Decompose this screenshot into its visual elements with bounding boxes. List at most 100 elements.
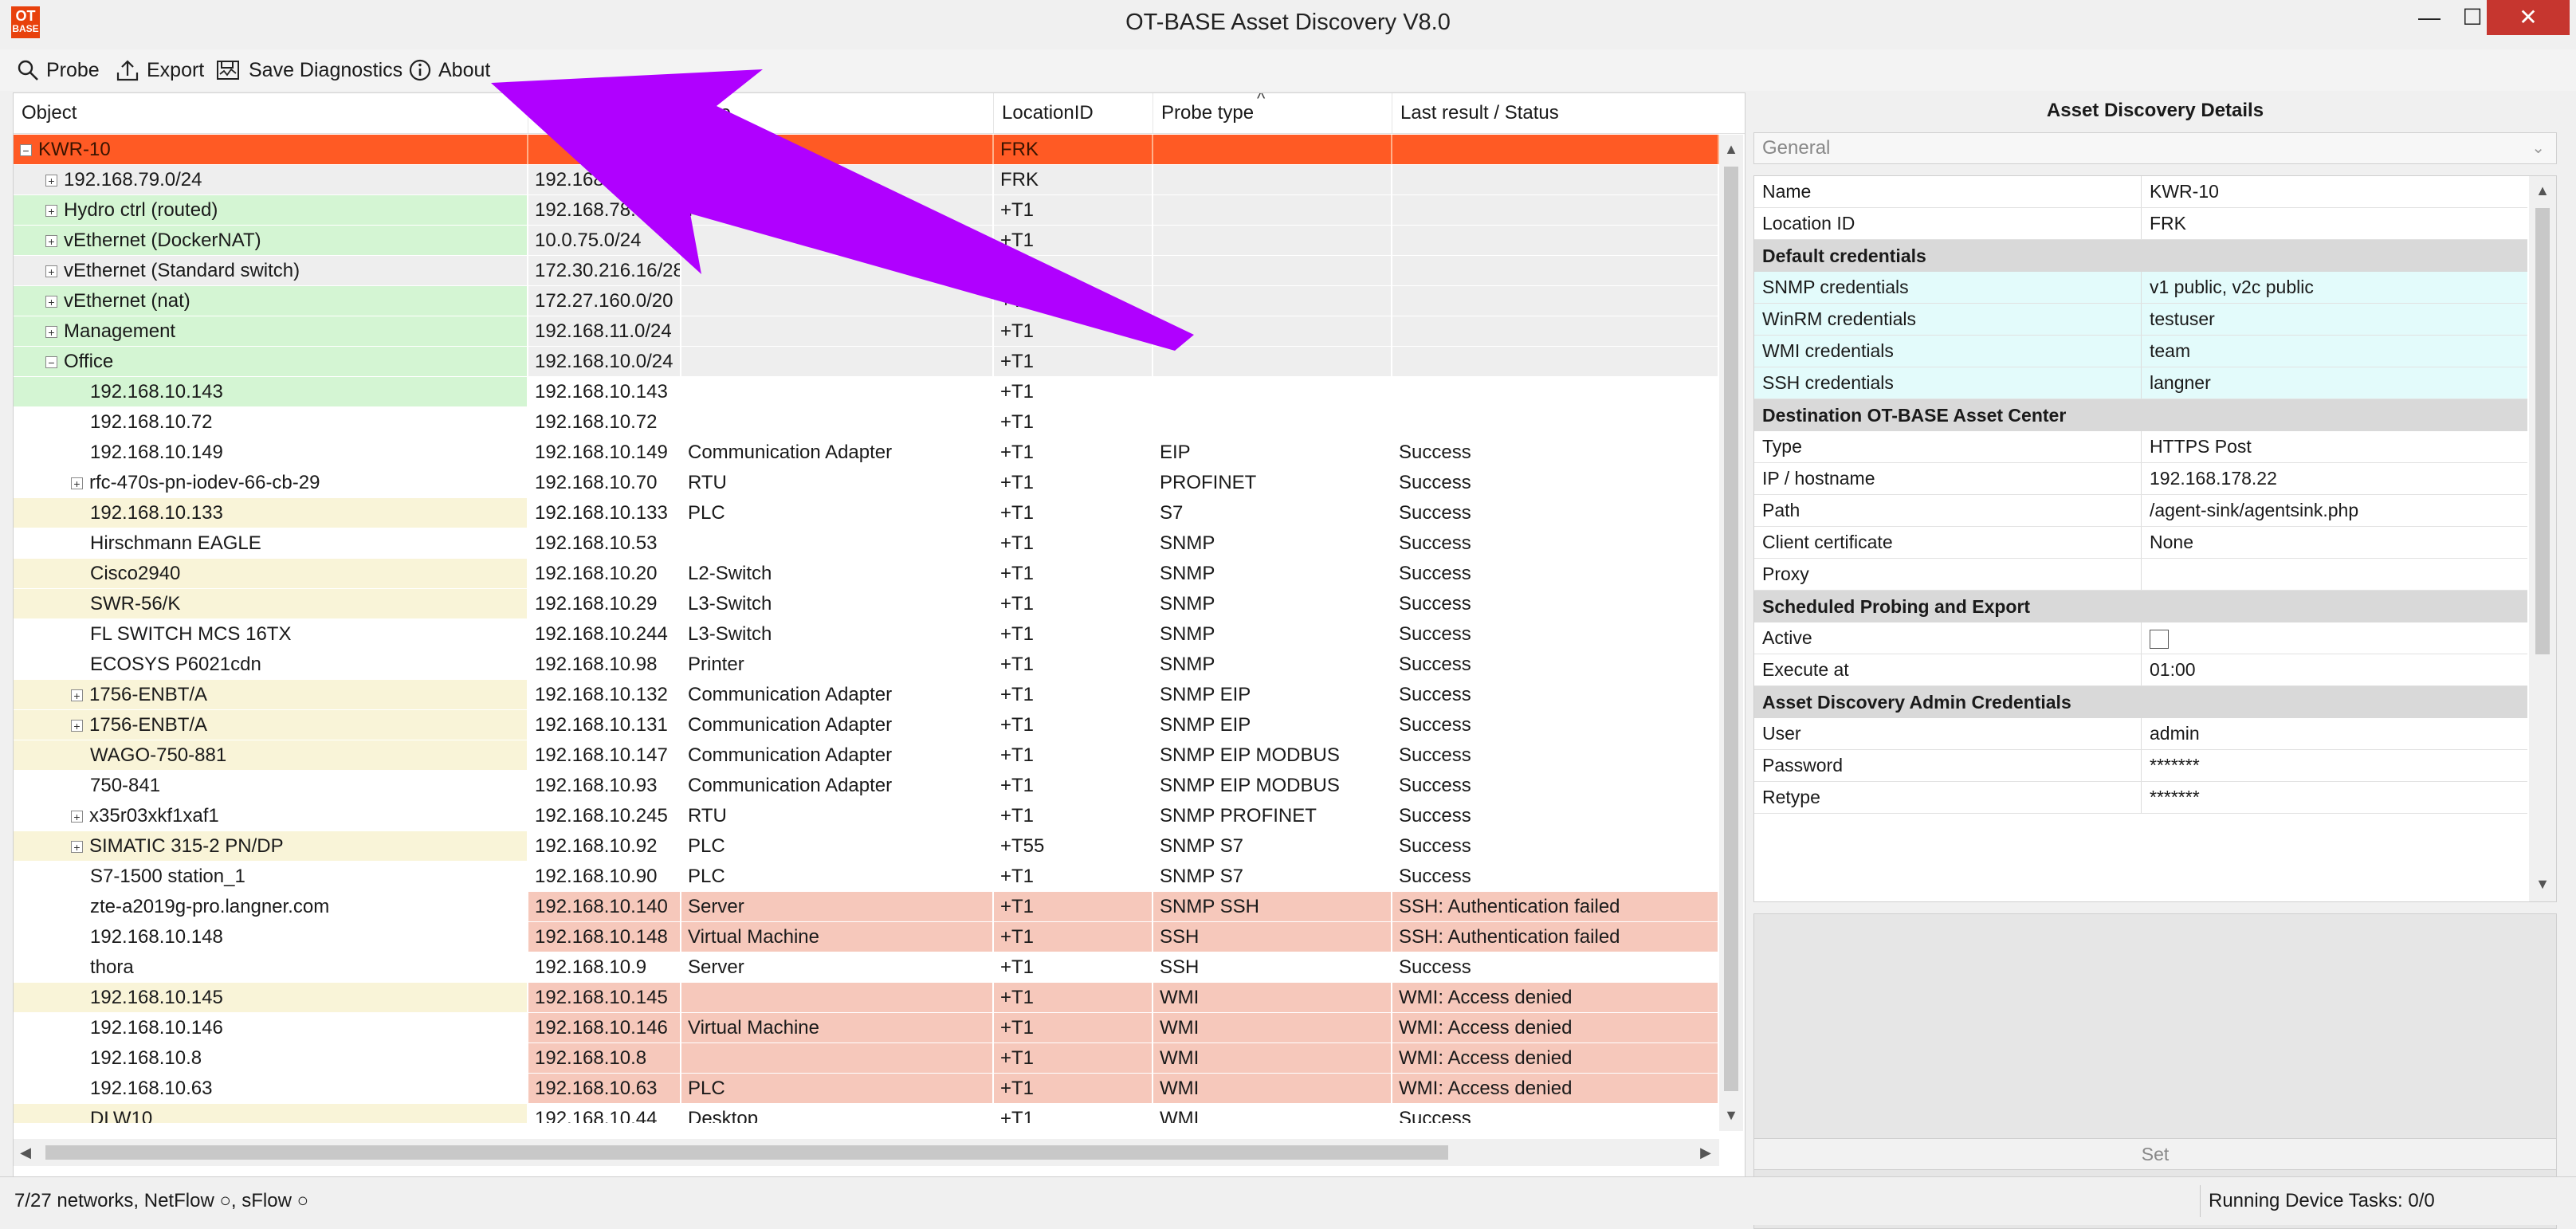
table-row[interactable]: Hirschmann EAGLE 192.168.10.53 +T1 SNMP Succ… (14, 528, 1719, 559)
table-row[interactable]: 192.168.10.148 192.168.10.148 Virtual Mach… (14, 922, 1719, 952)
property-row[interactable]: Active (1754, 622, 2527, 654)
property-row[interactable]: User admin (1754, 718, 2527, 750)
table-row[interactable]: WAGO-750-881 192.168.10.147 Communication … (14, 740, 1719, 771)
property-value[interactable]: None (2142, 527, 2527, 558)
property-value[interactable]: HTTPS Post (2142, 431, 2527, 462)
property-row[interactable]: SNMP credentials v1 public, v2c public (1754, 272, 2527, 304)
expand-icon[interactable]: + (71, 689, 83, 702)
table-row[interactable]: + SIMATIC 315-2 PN/DP 192.168.10.92 PLC +T55… (14, 831, 1719, 862)
property-category[interactable]: Default credentials (1754, 240, 2527, 272)
table-row[interactable]: zte-a2019g-pro.langner.com 192.168.10.140… (14, 892, 1719, 922)
expand-icon[interactable]: + (45, 175, 57, 187)
property-value[interactable]: testuser (2142, 304, 2527, 335)
expand-icon[interactable]: + (45, 326, 57, 339)
table-row[interactable]: − KWR-10 FRK (14, 135, 1719, 165)
table-row[interactable]: 192.168.10.145 192.168.10.145 +T1 WMI WMI: A… (14, 983, 1719, 1013)
scroll-left-icon[interactable]: ◀ (14, 1139, 37, 1166)
property-row[interactable]: Client certificate None (1754, 527, 2527, 559)
table-row[interactable]: 192.168.10.72 192.168.10.72 +T1 (14, 407, 1719, 438)
expand-icon[interactable]: + (45, 235, 57, 248)
table-row[interactable]: thora 192.168.10.9 Server +T1 SSH Success (14, 952, 1719, 983)
close-button[interactable]: ✕ (2487, 0, 2570, 35)
scroll-thumb-horizontal[interactable] (45, 1145, 1448, 1160)
column-header-object[interactable]: Object (14, 93, 528, 133)
column-header-locationid[interactable]: LocationID (994, 93, 1153, 133)
table-row[interactable]: 750-841 192.168.10.93 Communication Adapte… (14, 771, 1719, 801)
table-row[interactable]: ECOSYS P6021cdn 192.168.10.98 Printer +T1 SN… (14, 650, 1719, 680)
table-row[interactable]: + x35r03xkf1xaf1 192.168.10.245 RTU +T1 SNMP … (14, 801, 1719, 831)
column-header-last-result[interactable]: Last result / Status (1392, 93, 1719, 133)
table-row[interactable]: + rfc-470s-pn-iodev-66-cb-29 192.168.10.70… (14, 468, 1719, 498)
table-row[interactable]: + vEthernet (DockerNAT) 10.0.75.0/24 +T1 (14, 226, 1719, 256)
property-value[interactable]: KWR-10 (2142, 176, 2527, 207)
table-row[interactable]: Cisco2940 192.168.10.20 L2-Switch +T1 SNMP Su… (14, 559, 1719, 589)
expand-icon[interactable]: + (71, 811, 83, 823)
property-row[interactable]: Execute at 01:00 (1754, 654, 2527, 686)
save-diagnostics-button[interactable]: Save Diagnostics (215, 53, 402, 88)
property-value[interactable]: /agent-sink/agentsink.php (2142, 495, 2527, 526)
table-row[interactable]: +192.168.79.0/24 192.168.79.0/24 Routed FRK (14, 165, 1719, 195)
set-button[interactable]: Set (1753, 1138, 2557, 1170)
table-row[interactable]: FL SWITCH MCS 16TX 192.168.10.244 L3-Switc… (14, 619, 1719, 650)
collapse-icon[interactable]: − (45, 356, 57, 369)
scroll-right-icon[interactable]: ▶ (1694, 1139, 1718, 1166)
grid-vertical-scrollbar[interactable]: ▲ ▼ (1719, 135, 1743, 1131)
table-row[interactable]: +1756-ENBT/A 192.168.10.131 Communication … (14, 710, 1719, 740)
expand-icon[interactable]: + (45, 205, 57, 218)
property-row[interactable]: Proxy (1754, 559, 2527, 591)
property-row[interactable]: WinRM credentials testuser (1754, 304, 2527, 336)
property-value[interactable]: 01:00 (2142, 654, 2527, 685)
expand-icon[interactable]: + (71, 720, 83, 732)
property-row[interactable]: Path/agent-sink/agentsink.php (1754, 495, 2527, 527)
expand-icon[interactable]: + (45, 296, 57, 308)
expand-icon[interactable]: + (71, 477, 83, 490)
property-value[interactable]: langner (2142, 367, 2527, 399)
expand-icon[interactable]: + (71, 841, 83, 854)
grid-horizontal-scrollbar[interactable]: ◀ ▶ (14, 1139, 1719, 1166)
property-row[interactable]: Retype ******* (1754, 782, 2527, 814)
export-button[interactable]: Export (115, 53, 204, 88)
property-value[interactable]: FRK (2142, 208, 2527, 239)
table-row[interactable]: + Management 192.168.11.0/24 +T1 (14, 316, 1719, 347)
property-value[interactable]: team (2142, 336, 2527, 367)
property-value[interactable]: ******* (2142, 750, 2527, 781)
property-value[interactable]: v1 public, v2c public (2142, 272, 2527, 303)
table-row[interactable]: SWR-56/K 192.168.10.29 L3-Switch +T1 SNMP Suc… (14, 589, 1719, 619)
table-row[interactable]: − Office 192.168.10.0/24 +T1 (14, 347, 1719, 377)
column-header-address[interactable] (528, 93, 681, 133)
table-row[interactable]: S7-1500 station_1 192.168.10.90 PLC +T1 SNMP… (14, 862, 1719, 892)
property-value[interactable] (2142, 559, 2527, 590)
scroll-up-icon[interactable]: ▲ (2529, 176, 2556, 205)
property-row[interactable]: SSH credentials langner (1754, 367, 2527, 399)
property-category[interactable]: Asset Discovery Admin Credentials (1754, 686, 2527, 718)
table-row[interactable]: 192.168.10.146 192.168.10.146 Virtual Mach… (14, 1013, 1719, 1043)
column-header-type[interactable]: Type (681, 93, 994, 133)
probe-button[interactable]: Probe (16, 53, 100, 88)
property-row[interactable]: Type HTTPS Post (1754, 431, 2527, 463)
scroll-thumb[interactable] (2535, 208, 2550, 654)
property-category[interactable]: Scheduled Probing and Export (1754, 591, 2527, 622)
scroll-thumb[interactable] (1724, 167, 1738, 1091)
scroll-down-icon[interactable]: ▼ (2529, 870, 2556, 898)
table-row[interactable]: DLW10 192.168.10.44 Desktop +T1 WMI Success (14, 1104, 1719, 1123)
table-row[interactable]: + vEthernet (nat) 172.27.160.0/20 +T1 (14, 286, 1719, 316)
property-category[interactable]: Destination OT-BASE Asset Center (1754, 399, 2527, 431)
table-row[interactable]: 192.168.10.133 192.168.10.133 PLC +T1 S7 Succ… (14, 498, 1719, 528)
property-value[interactable]: ******* (2142, 782, 2527, 813)
property-row[interactable]: Name KWR-10 (1754, 176, 2527, 208)
property-value[interactable]: 192.168.178.22 (2142, 463, 2527, 494)
scroll-up-icon[interactable]: ▲ (1719, 135, 1743, 163)
table-row[interactable]: 192.168.10.63 192.168.10.63 PLC +T1 WMI WMI: … (14, 1074, 1719, 1104)
table-row[interactable]: + vEthernet (Standard switch) 172.30.216.1… (14, 256, 1719, 286)
property-row[interactable]: IP / hostname 192.168.178.22 (1754, 463, 2527, 495)
table-row[interactable]: 192.168.10.8 192.168.10.8 +T1 WMI WMI: Acces… (14, 1043, 1719, 1074)
property-row[interactable]: WMI credentials team (1754, 336, 2527, 367)
table-row[interactable]: 192.168.10.149 192.168.10.149 Communicatio… (14, 438, 1719, 468)
property-checkbox-cell[interactable] (2142, 622, 2527, 654)
table-row[interactable]: 192.168.10.143 192.168.10.143 +T1 (14, 377, 1719, 407)
active-checkbox[interactable] (2150, 629, 2169, 649)
property-row[interactable]: Password ******* (1754, 750, 2527, 782)
about-button[interactable]: About (408, 53, 490, 88)
category-select[interactable]: General ⌄ (1753, 132, 2557, 164)
column-header-probe-type[interactable]: Probe type (1153, 93, 1392, 133)
